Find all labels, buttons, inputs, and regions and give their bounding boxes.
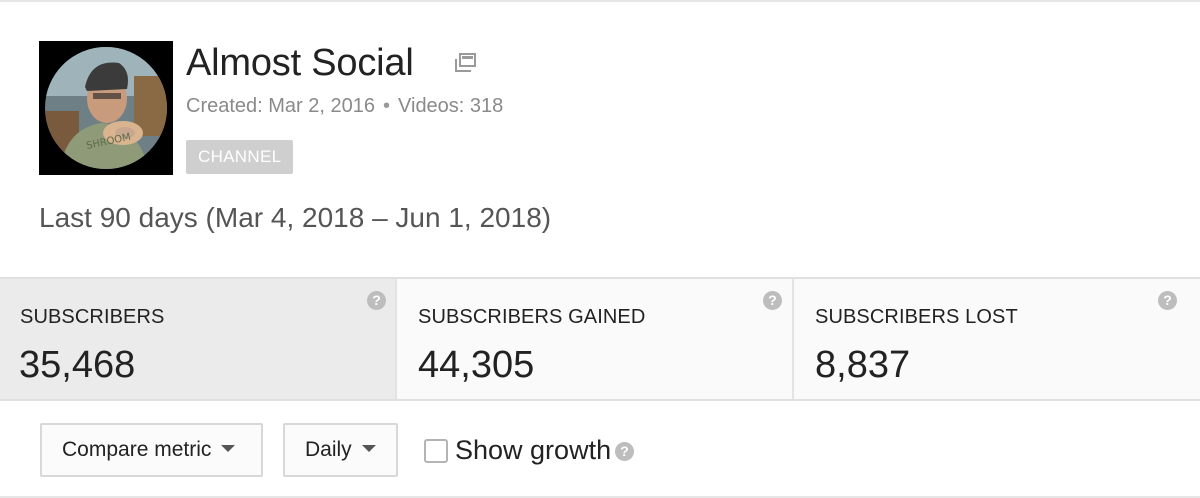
help-icon[interactable]: ?	[763, 291, 782, 310]
external-link-icon[interactable]	[452, 52, 478, 74]
caret-down-icon	[221, 444, 236, 452]
metric-card-subscribers-gained[interactable]: SUBSCRIBERS GAINED 44,305 ?	[397, 279, 794, 399]
metric-value: 8,837	[815, 344, 911, 386]
metric-value: 35,468	[19, 344, 136, 386]
show-growth-label[interactable]: Show growth	[455, 434, 611, 466]
help-icon[interactable]: ?	[615, 442, 634, 461]
metric-label: SUBSCRIBERS GAINED	[418, 306, 646, 328]
channel-badge: CHANNEL	[186, 140, 294, 174]
meta-separator: •	[383, 95, 391, 117]
channel-avatar[interactable]: SHROOM	[39, 41, 173, 175]
date-range-label: Last 90 days (Mar 4, 2018 – Jun 1, 2018)	[39, 202, 552, 233]
channel-title: Almost Social	[186, 42, 414, 84]
channel-meta: Created: Mar 2, 2016 • Videos: 318	[186, 94, 503, 118]
help-icon[interactable]: ?	[367, 291, 386, 310]
help-icon[interactable]: ?	[1158, 291, 1177, 310]
video-count: Videos: 318	[398, 95, 504, 117]
chart-controls: Compare metric Daily Show growth ?	[0, 401, 1200, 498]
interval-dropdown[interactable]: Daily	[283, 423, 398, 477]
show-growth-checkbox[interactable]	[424, 439, 448, 463]
metric-label: SUBSCRIBERS LOST	[815, 306, 1018, 328]
compare-metric-dropdown[interactable]: Compare metric	[40, 423, 263, 477]
top-divider	[0, 0, 1200, 2]
metric-label: SUBSCRIBERS	[20, 306, 165, 328]
metric-value: 44,305	[418, 344, 535, 386]
caret-down-icon	[361, 444, 376, 452]
compare-metric-label: Compare metric	[62, 438, 212, 461]
interval-label: Daily	[305, 438, 352, 461]
metric-card-subscribers[interactable]: SUBSCRIBERS 35,468 ?	[0, 279, 397, 399]
created-date: Created: Mar 2, 2016	[186, 95, 375, 117]
metric-card-subscribers-lost[interactable]: SUBSCRIBERS LOST 8,837 ?	[794, 279, 1200, 399]
metric-cards: SUBSCRIBERS 35,468 ? SUBSCRIBERS GAINED …	[0, 277, 1200, 401]
